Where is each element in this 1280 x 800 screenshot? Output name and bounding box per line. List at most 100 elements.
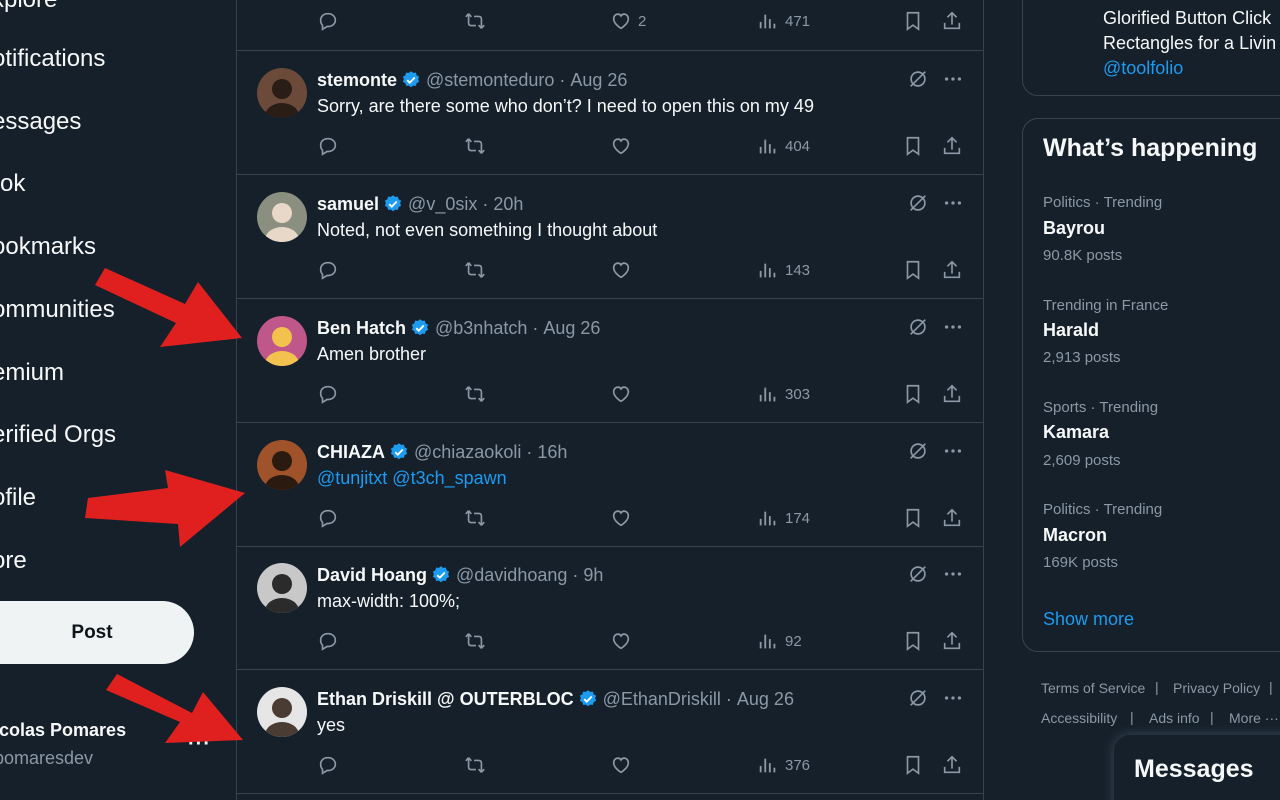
- bookmark-button[interactable]: [902, 383, 924, 405]
- author-name[interactable]: samuel: [317, 194, 379, 215]
- author-handle[interactable]: @b3nhatch: [435, 318, 527, 339]
- author-name[interactable]: stemonte: [317, 70, 397, 91]
- repost-button[interactable]: [464, 507, 486, 529]
- grok-icon[interactable]: [907, 316, 929, 338]
- like-button[interactable]: [610, 135, 632, 157]
- footer-ads-link[interactable]: Ads info: [1149, 710, 1200, 726]
- account-name[interactable]: icolas Pomares: [0, 720, 126, 741]
- views-button[interactable]: 376: [757, 754, 810, 776]
- account-more-button[interactable]: ···: [188, 733, 211, 756]
- avatar[interactable]: [257, 440, 307, 490]
- reply-button[interactable]: [317, 630, 339, 652]
- more-options-icon[interactable]: [942, 440, 964, 462]
- tweet-partial[interactable]: 2 471: [237, 0, 983, 51]
- more-options-icon[interactable]: [942, 316, 964, 338]
- like-button[interactable]: [610, 259, 632, 281]
- author-handle[interactable]: @v_0six: [408, 194, 477, 215]
- avatar[interactable]: [257, 316, 307, 366]
- nav-verified-orgs[interactable]: erified Orgs: [0, 421, 116, 449]
- nav-messages[interactable]: essages: [0, 108, 81, 136]
- author-handle[interactable]: @stemonteduro: [426, 70, 554, 91]
- like-button[interactable]: [610, 630, 632, 652]
- more-options-icon[interactable]: [942, 563, 964, 585]
- repost-button[interactable]: [464, 383, 486, 405]
- tweet-timestamp[interactable]: 20h: [493, 194, 523, 215]
- nav-explore[interactable]: xplore: [0, 0, 57, 14]
- repost-button[interactable]: [464, 259, 486, 281]
- footer-terms-link[interactable]: Terms of Service: [1041, 680, 1145, 696]
- author-handle[interactable]: @EthanDriskill: [603, 689, 721, 710]
- tweet[interactable]: samuel @v_0six · 20h Noted, not even som…: [237, 175, 983, 299]
- views-button[interactable]: 303: [757, 383, 810, 405]
- share-button[interactable]: [941, 507, 963, 529]
- tweet[interactable]: Ethan Driskill @ OUTERBLOC @EthanDriskil…: [237, 670, 983, 794]
- grok-icon[interactable]: [907, 440, 929, 462]
- footer-accessibility-link[interactable]: Accessibility: [1041, 710, 1117, 726]
- views-button[interactable]: 471: [757, 10, 810, 32]
- share-button[interactable]: [941, 383, 963, 405]
- grok-icon[interactable]: [907, 68, 929, 90]
- grok-icon[interactable]: [907, 687, 929, 709]
- messages-drawer[interactable]: Messages: [1114, 735, 1280, 800]
- author-name[interactable]: Ethan Driskill @ OUTERBLOC: [317, 689, 574, 710]
- like-button[interactable]: 2: [610, 10, 646, 32]
- share-button[interactable]: [941, 259, 963, 281]
- repost-button[interactable]: [464, 135, 486, 157]
- nav-grok[interactable]: rok: [0, 170, 25, 198]
- reply-button[interactable]: [317, 383, 339, 405]
- promo-link[interactable]: @toolfolio: [1103, 58, 1183, 79]
- promo-card[interactable]: Glorified Button Click Rectangles for a …: [1022, 0, 1280, 96]
- bookmark-button[interactable]: [902, 507, 924, 529]
- author-name[interactable]: David Hoang: [317, 565, 427, 586]
- grok-icon[interactable]: [907, 563, 929, 585]
- reply-button[interactable]: [317, 259, 339, 281]
- more-options-icon[interactable]: [942, 192, 964, 214]
- share-button[interactable]: [941, 135, 963, 157]
- bookmark-button[interactable]: [902, 259, 924, 281]
- like-button[interactable]: [610, 754, 632, 776]
- share-button[interactable]: [941, 754, 963, 776]
- views-button[interactable]: 143: [757, 259, 810, 281]
- avatar[interactable]: [257, 687, 307, 737]
- tweet-timestamp[interactable]: Aug 26: [570, 70, 627, 91]
- reply-button[interactable]: [317, 507, 339, 529]
- nav-communities[interactable]: ommunities: [0, 296, 115, 324]
- reply-button[interactable]: [317, 10, 339, 32]
- more-options-icon[interactable]: [942, 687, 964, 709]
- author-name[interactable]: CHIAZA: [317, 442, 385, 463]
- repost-button[interactable]: [464, 10, 486, 32]
- bookmark-button[interactable]: [902, 754, 924, 776]
- bookmark-button[interactable]: [902, 630, 924, 652]
- tweet[interactable]: Ben Hatch @b3nhatch · Aug 26 Amen brothe…: [237, 299, 983, 423]
- share-button[interactable]: [941, 630, 963, 652]
- footer-privacy-link[interactable]: Privacy Policy: [1173, 680, 1260, 696]
- avatar[interactable]: [257, 192, 307, 242]
- avatar[interactable]: [257, 68, 307, 118]
- like-button[interactable]: [610, 383, 632, 405]
- tweet-timestamp[interactable]: Aug 26: [737, 689, 794, 710]
- tweet[interactable]: CHIAZA @chiazaokoli · 16h @tunjitxt @t3c…: [237, 423, 983, 547]
- tweet[interactable]: stemonte @stemonteduro · Aug 26 Sorry, a…: [237, 51, 983, 175]
- repost-button[interactable]: [464, 754, 486, 776]
- repost-button[interactable]: [464, 630, 486, 652]
- views-button[interactable]: 174: [757, 507, 810, 529]
- bookmark-button[interactable]: [902, 135, 924, 157]
- reply-button[interactable]: [317, 135, 339, 157]
- more-options-icon[interactable]: [942, 68, 964, 90]
- nav-notifications[interactable]: otifications: [0, 45, 105, 73]
- account-handle[interactable]: pomaresdev: [0, 748, 93, 769]
- views-button[interactable]: 404: [757, 135, 810, 157]
- nav-more[interactable]: ore: [0, 547, 27, 575]
- author-handle[interactable]: @chiazaokoli: [414, 442, 521, 463]
- author-handle[interactable]: @davidhoang: [456, 565, 567, 586]
- footer-more-link[interactable]: More ···: [1229, 710, 1279, 726]
- share-button[interactable]: [941, 10, 963, 32]
- nav-profile[interactable]: ofile: [0, 484, 36, 512]
- views-button[interactable]: 92: [757, 630, 802, 652]
- like-button[interactable]: [610, 507, 632, 529]
- tweet-timestamp[interactable]: 9h: [583, 565, 603, 586]
- nav-bookmarks[interactable]: ookmarks: [0, 233, 96, 261]
- tweet-timestamp[interactable]: Aug 26: [543, 318, 600, 339]
- avatar[interactable]: [257, 563, 307, 613]
- show-more-link[interactable]: Show more: [1043, 609, 1134, 630]
